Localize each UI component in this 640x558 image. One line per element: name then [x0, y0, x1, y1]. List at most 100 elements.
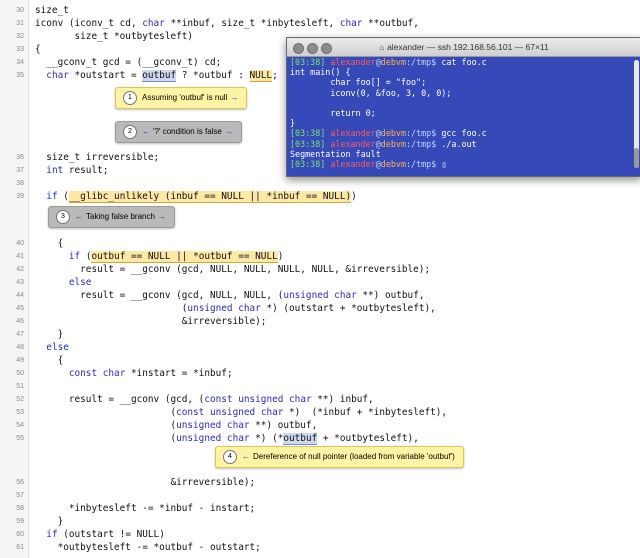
code-line: result = __gconv (gcd, (const unsigned c…: [35, 394, 374, 405]
next-arrow-icon[interactable]: →: [158, 212, 166, 221]
line-number: 42: [16, 266, 24, 273]
code-line: iconv (iconv_t cd, char **inbuf, size_t …: [35, 18, 419, 29]
note-text: Assuming 'outbuf' is null: [142, 93, 228, 102]
prev-arrow-icon[interactable]: ←: [142, 127, 150, 136]
code-line: {: [35, 44, 41, 55]
code-line: const char *instart = *inbuf;: [68, 368, 233, 379]
code-line: __gconv_t gcd = (__gconv_t) cd;: [35, 57, 222, 68]
code-line: if (outbuf == NULL || *outbuf == NULL): [68, 251, 284, 263]
note-4-null-dereference[interactable]: 4 ← Dereference of null pointer (loaded fr…: [215, 446, 464, 468]
code-line: size_t *outbytesleft): [35, 31, 194, 42]
code-line: &irreversible);: [35, 477, 256, 488]
step-number-badge: 2: [123, 124, 137, 139]
prev-arrow-icon[interactable]: ←: [75, 212, 83, 221]
terminal-output[interactable]: [03:38] alexander@debvm:/tmp$ cat foo.c …: [290, 57, 487, 169]
prompt-path: :/tmp$: [406, 57, 437, 67]
line-number: 33: [16, 46, 24, 53]
line-number: 32: [16, 33, 24, 40]
line-number: 51: [16, 383, 24, 390]
line-number: 38: [16, 180, 24, 187]
line-number: 35: [16, 72, 24, 79]
terminal-titlebar[interactable]: ⌂ alexander — ssh 192.168.56.101 — 67×11: [287, 38, 640, 57]
prev-arrow-icon[interactable]: ←: [242, 452, 250, 461]
step-number-badge: 3: [56, 209, 70, 224]
segfault-output: Segmentation fault: [290, 148, 381, 159]
prompt-host: debvm: [380, 159, 406, 170]
command-run: ./a.out: [441, 138, 477, 149]
line-number: 57: [16, 492, 24, 499]
code-line: }: [35, 329, 64, 340]
line-number: 61: [16, 544, 24, 551]
code-line: *inbytesleft -= *inbuf - instart;: [35, 503, 256, 514]
code-line: char *outstart = outbuf ? *outbuf : NULL…: [46, 70, 278, 82]
note-text: '?' condition is false: [153, 127, 222, 136]
line-number: 60: [16, 531, 24, 538]
line-number: 54: [16, 422, 24, 429]
note-1-assuming-outbuf-null[interactable]: 1 Assuming 'outbuf' is null →: [115, 87, 248, 109]
prompt-host: debvm: [380, 128, 406, 139]
prompt-time: [03:38]: [290, 57, 326, 67]
line-number: 39: [16, 193, 24, 200]
terminal-scroll-thumb[interactable]: [634, 148, 639, 168]
line-number: 46: [16, 318, 24, 325]
prompt-user: alexander: [330, 57, 376, 67]
code-line: else: [46, 342, 69, 353]
note-3-taking-false-branch[interactable]: 3 ← Taking false branch →: [48, 206, 175, 228]
step-number-badge: 1: [123, 90, 137, 105]
line-number: 48: [16, 344, 24, 351]
prompt-time: [03:38]: [290, 159, 326, 170]
line-number: 58: [16, 505, 24, 512]
code-line: (unsigned char **) outbuf,: [35, 420, 318, 431]
note-2-condition-false[interactable]: 2 ← '?' condition is false →: [115, 121, 242, 143]
line-number: 36: [16, 154, 24, 161]
note-text: Taking false branch: [86, 212, 155, 221]
terminal-title: alexander — ssh 192.168.56.101 — 67×11: [387, 42, 549, 52]
code-line: (unsigned char *) (*outbuf + *outbytesle…: [35, 433, 419, 445]
prompt-user: alexander: [330, 128, 376, 139]
line-number: 52: [16, 396, 24, 403]
line-number: 40: [16, 240, 24, 247]
home-folder-icon: ⌂: [379, 43, 385, 52]
line-number: 45: [16, 305, 24, 312]
prompt-user: alexander: [330, 159, 376, 170]
command-cat: cat foo.c: [441, 57, 487, 67]
prompt-time: [03:38]: [290, 138, 326, 149]
prompt-path: :/tmp$: [406, 159, 437, 170]
code-line: {: [35, 238, 64, 249]
code-line: else: [68, 277, 92, 288]
prompt-path: :/tmp$: [406, 128, 437, 139]
prompt-path: :/tmp$: [406, 138, 437, 149]
code-line: result = __gconv (gcd, NULL, NULL, NULL,…: [35, 264, 431, 275]
code-line: }: [35, 516, 64, 527]
line-number: 56: [16, 479, 24, 486]
line-number: 44: [16, 292, 24, 299]
line-number: 49: [16, 357, 24, 364]
note-text: Dereference of null pointer (loaded from…: [253, 452, 455, 461]
code-line: {: [35, 355, 64, 366]
code-line: result = __gconv (gcd, NULL, NULL, (unsi…: [35, 290, 425, 301]
code-line: *outbytesleft -= *outbuf - outstart;: [35, 542, 261, 553]
line-number: 34: [16, 59, 24, 66]
terminal-window[interactable]: ⌂ alexander — ssh 192.168.56.101 — 67×11 …: [286, 37, 640, 177]
cat-output: int main() { char foo[] = "foo"; iconv(0…: [290, 67, 452, 129]
line-number: 59: [16, 518, 24, 525]
prompt-user: alexander: [330, 138, 376, 149]
code-line: size_t irreversible;: [35, 152, 160, 163]
line-number: 55: [16, 435, 24, 442]
prompt-host: debvm: [380, 57, 406, 67]
code-line: (unsigned char *) (outstart + *outbytesl…: [35, 303, 436, 314]
code-line: &irreversible);: [35, 316, 267, 327]
line-number: 41: [16, 253, 24, 260]
code-line: int result;: [46, 165, 109, 176]
code-line: size_t: [35, 5, 69, 16]
cursor: ▯: [441, 159, 447, 170]
next-arrow-icon[interactable]: →: [230, 93, 238, 102]
line-number: 53: [16, 409, 24, 416]
next-arrow-icon[interactable]: →: [225, 127, 233, 136]
line-number: 50: [16, 370, 24, 377]
line-number: 30: [16, 7, 24, 14]
line-number: 37: [16, 167, 24, 174]
code-line: if (__glibc_unlikely (inbuf == NULL || *…: [46, 191, 357, 203]
line-number: 47: [16, 331, 24, 338]
line-number: 43: [16, 279, 24, 286]
